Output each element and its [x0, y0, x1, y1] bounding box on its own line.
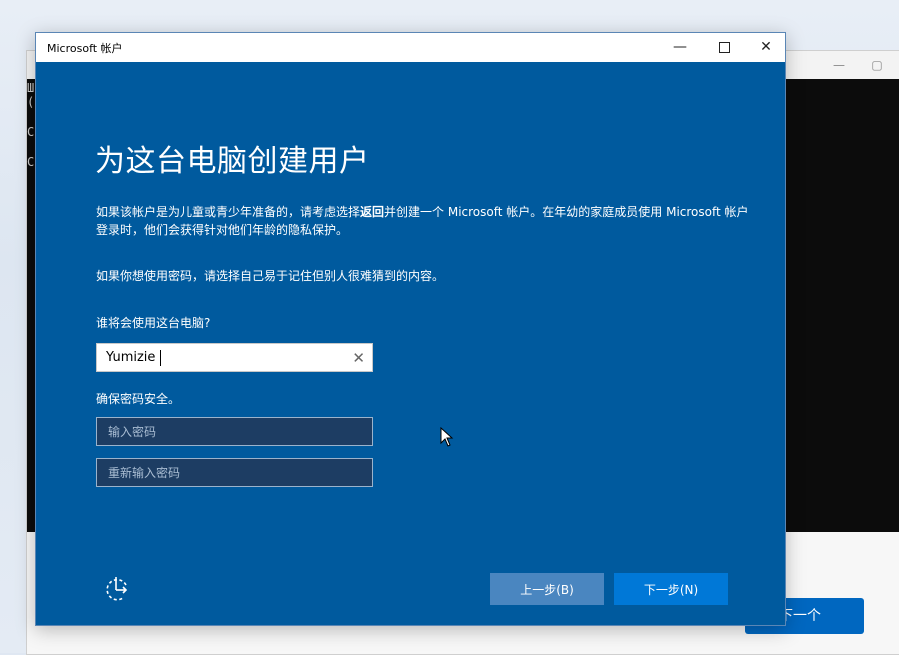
text-caret [160, 350, 161, 366]
console-line: Ш [27, 81, 35, 95]
microsoft-account-dialog: Microsoft 帐户 — ✕ 为这台电脑创建用户 如果该帐户是为儿童或青少年… [35, 32, 786, 626]
ease-of-access-icon[interactable] [102, 575, 132, 605]
close-icon[interactable]: ✕ [744, 33, 788, 62]
back-button[interactable]: 上一步(B) [490, 573, 604, 605]
password-input[interactable] [96, 417, 373, 446]
dialog-title: Microsoft 帐户 [47, 42, 123, 55]
password-advice: 如果你想使用密码，请选择自己易于记住但别人很难猜到的内容。 [96, 269, 445, 283]
background-minimize-icon[interactable]: — [824, 55, 854, 75]
minimize-icon[interactable]: — [658, 33, 702, 62]
console-line: C [27, 125, 35, 139]
page-title: 为这台电脑创建用户 [95, 144, 370, 179]
dialog-titlebar: Microsoft 帐户 — ✕ [36, 33, 785, 62]
clear-icon[interactable]: ✕ [352, 348, 365, 368]
confirm-password-input[interactable] [96, 458, 373, 487]
maximize-icon[interactable] [702, 33, 746, 62]
back-keyword: 返回 [360, 205, 385, 219]
child-account-notice: 如果该帐户是为儿童或青少年准备的，请考虑选择返回并创建一个 Microsoft … [96, 203, 756, 239]
next-button[interactable]: 下一步(N) [614, 573, 728, 605]
child-account-notice-text: 如果该帐户是为儿童或青少年准备的，请考虑选择 [96, 205, 361, 219]
background-maximize-icon[interactable]: ▢ [862, 55, 892, 75]
username-label: 谁将会使用这台电脑? [96, 316, 211, 330]
mouse-cursor-icon [440, 427, 454, 447]
console-line: C [27, 155, 35, 169]
username-input[interactable] [97, 344, 337, 371]
console-line: ( [27, 95, 35, 109]
username-field[interactable]: ✕ [96, 343, 373, 372]
password-label: 确保密码安全。 [96, 392, 181, 406]
